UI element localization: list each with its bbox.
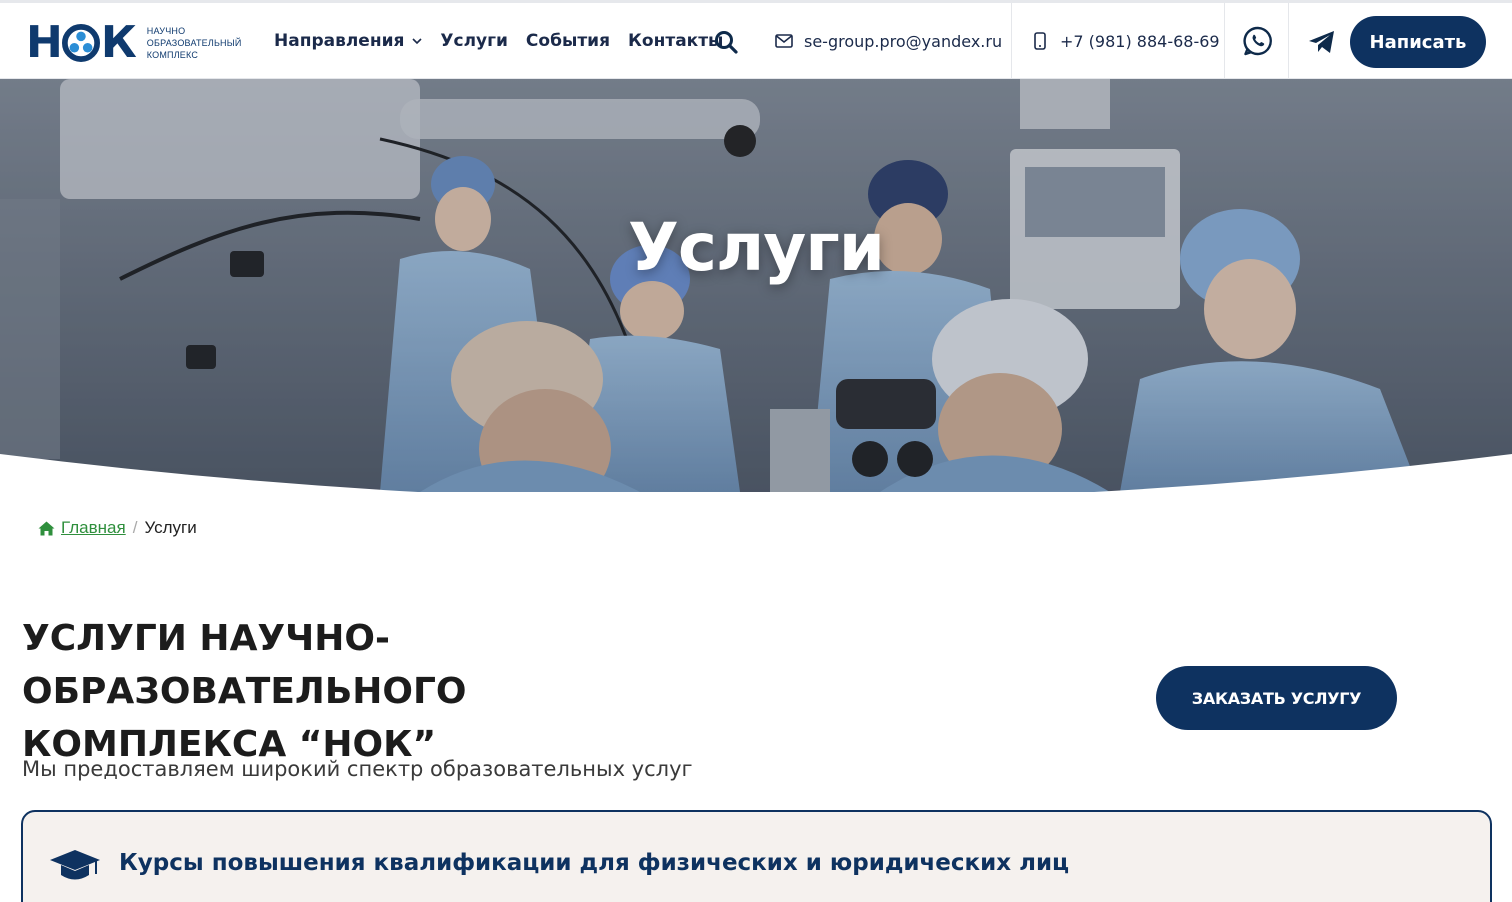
divider [1011, 3, 1012, 79]
breadcrumb: Главная / Услуги [38, 518, 197, 538]
tagline-line: образовательный [146, 38, 242, 48]
nav-item-directions[interactable]: Направления [274, 31, 422, 51]
mail-icon [775, 34, 793, 48]
write-button[interactable]: Написать [1350, 16, 1486, 68]
logo-mark: Н К [26, 17, 137, 68]
phone-link[interactable]: +7 (981) 884-68-69 [1030, 3, 1220, 79]
site-header: Н К Научно образовательный комплекс Напр… [0, 3, 1512, 79]
chevron-down-icon [412, 38, 422, 45]
tagline-line: Научно [146, 26, 186, 36]
breadcrumb-home-link[interactable]: Главная [61, 518, 126, 538]
email-link[interactable]: se-group.pro@yandex.ru [774, 3, 1002, 79]
page-title: Услуги научно-образовательного комплекса… [22, 612, 822, 771]
nav-item-label: Направления [274, 31, 405, 51]
search-icon[interactable] [713, 29, 739, 55]
phone-text: +7 (981) 884-68-69 [1060, 31, 1220, 51]
telegram-icon[interactable] [1307, 28, 1337, 56]
nav-item-label: Контакты [628, 31, 724, 51]
nav-item-services[interactable]: Услуги [440, 31, 508, 51]
graduation-cap-icon [50, 850, 100, 880]
breadcrumb-current: Услуги [144, 518, 197, 537]
divider [1224, 3, 1225, 79]
page-title-line: Услуги научно-образовательного [22, 618, 467, 712]
breadcrumb-separator: / [132, 518, 138, 537]
order-service-button[interactable]: Заказать услугу [1156, 666, 1397, 730]
hero-banner: Услуги [0, 79, 1512, 492]
tagline-line: комплекс [146, 50, 199, 60]
logo-tagline: Научно образовательный комплекс [147, 25, 242, 61]
nav-item-label: События [525, 31, 611, 51]
whatsapp-icon[interactable] [1242, 25, 1274, 57]
logo-o-icon [61, 24, 100, 62]
lead-text: Мы предоставляем широкий спектр образова… [22, 757, 693, 781]
divider [1288, 3, 1289, 79]
nav-item-label: Услуги [440, 31, 508, 51]
service-card-title: Курсы повышения квалификации для физичес… [119, 850, 1070, 876]
nav-item-events[interactable]: События [526, 31, 610, 51]
logo[interactable]: Н К Научно образовательный комплекс [26, 21, 242, 65]
main-nav: Направления Услуги События Контакты [274, 3, 741, 79]
nav-item-contacts[interactable]: Контакты [628, 31, 723, 51]
service-card[interactable]: Курсы повышения квалификации для физичес… [21, 810, 1492, 902]
email-text: se-group.pro@yandex.ru [804, 31, 1003, 51]
phone-icon [1034, 32, 1046, 50]
home-icon [38, 521, 55, 535]
hero-title: Услуги [627, 209, 885, 286]
